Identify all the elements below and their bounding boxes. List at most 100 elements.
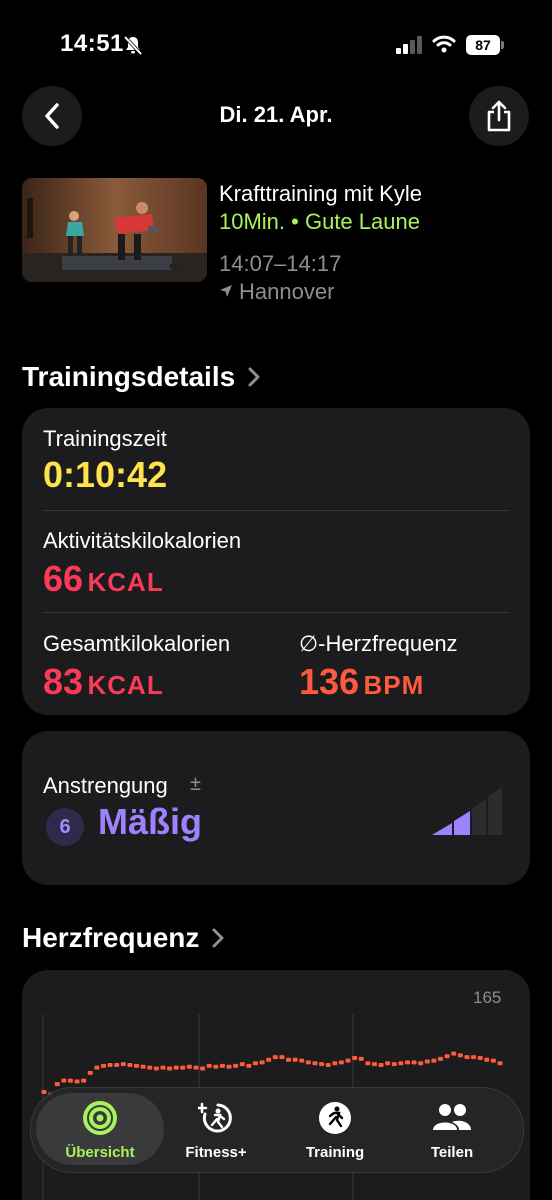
heart-rate-point	[438, 1056, 444, 1061]
details-card: Trainingszeit 0:10:42 Aktivitätskilokalo…	[22, 408, 530, 715]
heart-rate-point	[497, 1061, 503, 1066]
heart-rate-point	[272, 1055, 278, 1060]
heart-rate-point	[418, 1061, 424, 1066]
battery-indicator: 87	[466, 35, 500, 55]
heart-rate-point	[471, 1055, 477, 1060]
cellular-signal-icon	[396, 36, 422, 54]
heart-rate-point	[352, 1056, 358, 1061]
active-kcal-label: Aktivitätskilokalorien	[43, 528, 242, 553]
heart-rate-point	[246, 1063, 252, 1068]
heart-rate-point	[259, 1060, 265, 1065]
activity-rings-icon	[83, 1101, 117, 1135]
heart-section-header[interactable]: Herzfrequenz	[22, 922, 225, 954]
tab-fitness-plus[interactable]: Fitness+	[157, 1100, 275, 1161]
heart-rate-point	[338, 1060, 344, 1065]
avg-hr-value: 136	[299, 661, 360, 702]
workout-title: Krafttraining mit Kyle	[219, 181, 422, 206]
total-kcal-value-group: 83 KCAL	[43, 661, 164, 703]
details-section-title: Trainingsdetails	[22, 361, 236, 392]
workout-video-image	[22, 178, 207, 282]
heart-rate-point	[67, 1078, 73, 1083]
training-time-value: 0:10:42	[43, 454, 168, 495]
tab-share[interactable]: Teilen	[393, 1100, 511, 1161]
effort-level-bars-icon	[432, 787, 502, 835]
heart-rate-point	[457, 1053, 463, 1058]
heart-rate-point	[477, 1056, 483, 1061]
heart-rate-point	[173, 1065, 179, 1070]
heart-rate-point	[193, 1065, 199, 1070]
heart-rate-point	[431, 1058, 437, 1063]
heart-rate-point	[451, 1051, 457, 1056]
heart-rate-point	[94, 1065, 100, 1070]
heart-rate-point	[54, 1082, 60, 1087]
heart-rate-point	[305, 1060, 311, 1065]
heart-rate-point	[213, 1064, 219, 1069]
heart-rate-point	[279, 1055, 285, 1060]
heart-rate-point	[74, 1079, 80, 1084]
heart-rate-point	[319, 1062, 325, 1067]
heart-rate-point	[391, 1062, 397, 1067]
wifi-icon	[432, 35, 456, 53]
heart-rate-point	[404, 1060, 410, 1065]
tab-share-label: Teilen	[430, 1144, 474, 1161]
details-section-header[interactable]: Trainingsdetails	[22, 361, 261, 393]
share-icon	[487, 100, 511, 132]
heart-rate-point	[226, 1064, 232, 1069]
heart-rate-point	[345, 1058, 351, 1063]
total-kcal-unit: KCAL	[87, 670, 164, 700]
heart-rate-point	[332, 1061, 338, 1066]
tab-overview[interactable]: Übersicht	[41, 1100, 159, 1161]
heart-rate-point	[252, 1061, 258, 1066]
heart-rate-point	[153, 1066, 159, 1071]
heart-rate-point	[411, 1060, 417, 1065]
heart-rate-point	[266, 1057, 272, 1062]
divider	[43, 510, 509, 511]
heart-rate-point	[299, 1058, 305, 1063]
heart-rate-point	[239, 1062, 245, 1067]
workout-location: Hannover	[239, 279, 335, 304]
heart-rate-point	[87, 1070, 93, 1075]
heart-rate-point	[312, 1061, 318, 1066]
bell-muted-icon	[123, 35, 143, 56]
divider	[43, 612, 509, 613]
heart-rate-point	[200, 1066, 206, 1071]
workout-thumbnail[interactable]	[22, 178, 207, 282]
heart-rate-point	[219, 1063, 225, 1068]
location-arrow-icon	[220, 285, 232, 297]
heart-rate-point	[107, 1062, 113, 1067]
chevron-right-icon	[212, 928, 224, 948]
heart-rate-point	[167, 1066, 173, 1071]
heart-section-title: Herzfrequenz	[22, 922, 200, 953]
heart-rate-point	[100, 1063, 106, 1068]
running-figure-icon	[319, 1102, 351, 1134]
people-icon	[433, 1104, 471, 1130]
heart-rate-point	[160, 1065, 166, 1070]
tab-fitness-plus-label: Fitness+	[185, 1144, 247, 1161]
heart-rate-point	[365, 1061, 371, 1066]
heart-rate-point	[464, 1055, 470, 1060]
heart-rate-point	[120, 1062, 126, 1067]
heart-rate-point	[134, 1063, 140, 1068]
fitness-plus-icon	[196, 1102, 232, 1133]
training-time-label: Trainingszeit	[43, 426, 167, 451]
heart-rate-point	[398, 1061, 404, 1066]
active-kcal-value: 66	[43, 558, 84, 599]
total-kcal-value: 83	[43, 661, 84, 702]
effort-plusminus: ±	[190, 773, 201, 795]
tab-training-label: Training	[305, 1144, 365, 1161]
active-kcal-value-group: 66 KCAL	[43, 558, 164, 600]
avg-hr-value-group: 136 BPM	[299, 661, 424, 703]
chevron-right-icon	[248, 367, 260, 387]
heart-rate-point	[81, 1078, 87, 1083]
heart-rate-point	[292, 1057, 298, 1062]
heart-rate-point	[140, 1064, 146, 1069]
battery-tip	[501, 41, 504, 49]
heart-rate-point	[378, 1062, 384, 1067]
heart-rate-point	[61, 1078, 67, 1083]
tab-training[interactable]: Training	[276, 1100, 394, 1161]
heart-rate-point	[147, 1065, 153, 1070]
effort-level-text: Mäßig	[98, 801, 202, 842]
share-button[interactable]	[469, 86, 529, 146]
heart-rate-point	[127, 1062, 133, 1067]
heart-rate-point	[186, 1064, 192, 1069]
